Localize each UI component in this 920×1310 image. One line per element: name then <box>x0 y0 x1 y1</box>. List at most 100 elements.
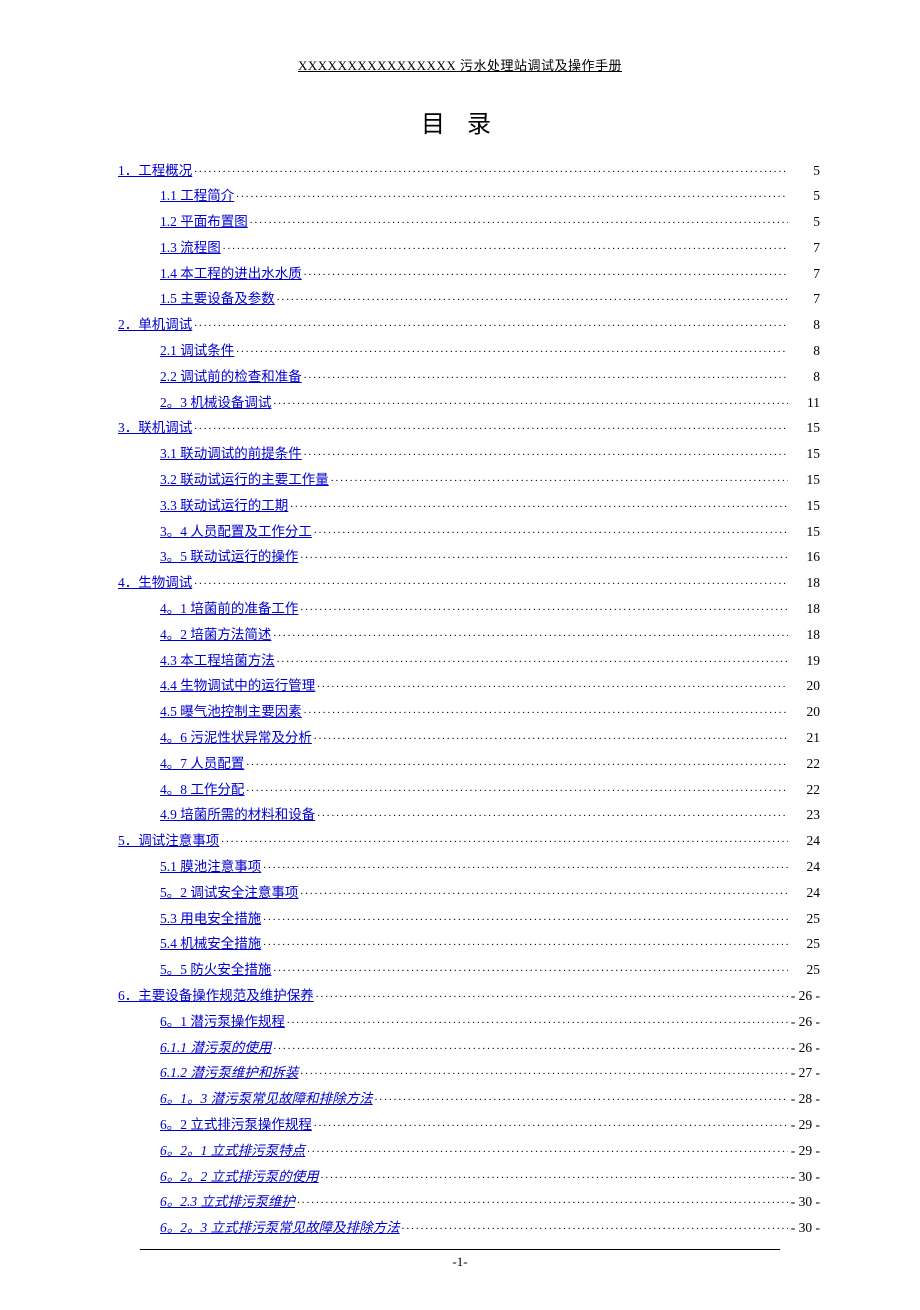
toc-link[interactable]: 5.1 膜池注意事项 <box>160 860 261 874</box>
toc-page-number: 7 <box>790 241 820 255</box>
toc-page-number: - 26 - <box>790 1015 820 1029</box>
toc-link[interactable]: 5.4 机械安全措施 <box>160 937 261 951</box>
toc-link[interactable]: 5。5 防火安全措施 <box>160 963 271 977</box>
toc-leader <box>314 729 788 743</box>
toc-leader <box>300 548 788 562</box>
toc-link[interactable]: 6。2。1 立式排污泵特点 <box>160 1144 305 1158</box>
toc-page-number: 7 <box>790 267 820 281</box>
toc-link[interactable]: 4。7 人员配置 <box>160 757 244 771</box>
toc-link[interactable]: 1.2 平面布置图 <box>160 215 248 229</box>
toc-link[interactable]: 1.4 本工程的进出水水质 <box>160 267 302 281</box>
toc-entry: 1.3 流程图 7 <box>100 238 820 254</box>
toc-page-number: 15 <box>790 421 820 435</box>
toc-link[interactable]: 3。5 联动试运行的操作 <box>160 550 298 564</box>
toc-link[interactable]: 1.1 工程简介 <box>160 189 234 203</box>
toc-link[interactable]: 3．联机调试 <box>118 421 192 435</box>
toc-leader <box>290 496 788 510</box>
toc-page-number: 18 <box>790 602 820 616</box>
toc-link[interactable]: 6．主要设备操作规范及维护保养 <box>118 989 314 1003</box>
toc-leader <box>194 161 788 175</box>
toc-link[interactable]: 6。2。2 立式排污泵的使用 <box>160 1170 319 1184</box>
toc-entry: 6.1.1 潜污泵的使用- 26 - <box>100 1038 820 1054</box>
toc-link[interactable]: 6。1 潜污泵操作规程 <box>160 1015 285 1029</box>
toc-link[interactable]: 6。1。3 潜污泵常见故障和排除方法 <box>160 1092 373 1106</box>
toc-link[interactable]: 3。4 人员配置及工作分工 <box>160 525 312 539</box>
toc-link[interactable]: 4．生物调试 <box>118 576 192 590</box>
toc-entry: 3.1 联动调试的前提条件15 <box>100 445 820 461</box>
toc-entry: 1.5 主要设备及参数7 <box>100 290 820 306</box>
toc-link[interactable]: 3.1 联动调试的前提条件 <box>160 447 302 461</box>
toc-link[interactable]: 1．工程概况 <box>118 164 192 178</box>
toc-page-number: - 28 - <box>790 1092 820 1106</box>
toc-leader <box>304 367 788 381</box>
toc-entry: 2.1 调试条件 8 <box>100 342 820 358</box>
toc-page-number: 25 <box>790 937 820 951</box>
toc-page-number: 25 <box>790 912 820 926</box>
toc-leader <box>331 471 788 485</box>
toc-entry: 5.4 机械安全措施 25 <box>100 935 820 951</box>
toc-leader <box>263 935 788 949</box>
toc-leader <box>263 909 788 923</box>
toc-link[interactable]: 6.1.2 潜污泵维护和拆装 <box>160 1066 298 1080</box>
toc-entry: 4.3 本工程培菌方法19 <box>100 651 820 667</box>
toc-link[interactable]: 4。2 培菌方法简述 <box>160 628 271 642</box>
toc-link[interactable]: 6。2.3 立式排污泵维护 <box>160 1195 295 1209</box>
toc-link[interactable]: 4.5 曝气池控制主要因素 <box>160 705 302 719</box>
toc-leader <box>307 1141 788 1155</box>
toc-entry: 5．调试注意事项24 <box>100 832 820 848</box>
toc-link[interactable]: 6.1.1 潜污泵的使用 <box>160 1041 271 1055</box>
toc-link[interactable]: 4。1 培菌前的准备工作 <box>160 602 298 616</box>
toc-leader <box>273 961 788 975</box>
toc-title: 目 录 <box>100 104 820 139</box>
toc-link[interactable]: 4.9 培菌所需的材料和设备 <box>160 808 315 822</box>
toc-link[interactable]: 3.2 联动试运行的主要工作量 <box>160 473 329 487</box>
toc-link[interactable]: 4.4 生物调试中的运行管理 <box>160 679 315 693</box>
toc-link[interactable]: 5。2 调试安全注意事项 <box>160 886 298 900</box>
footer-rule <box>140 1249 780 1250</box>
toc-entry: 4。8 工作分配 22 <box>100 780 820 796</box>
toc-leader <box>304 264 788 278</box>
toc-page-number: 8 <box>790 344 820 358</box>
toc-leader <box>277 651 788 665</box>
toc-leader <box>304 445 788 459</box>
toc-page-number: 16 <box>790 550 820 564</box>
toc-page-number: 24 <box>790 860 820 874</box>
toc-link[interactable]: 2.2 调试前的检查和准备 <box>160 370 302 384</box>
toc-leader <box>223 238 788 252</box>
toc-page-number: - 30 - <box>790 1195 820 1209</box>
toc-page-number: 8 <box>790 318 820 332</box>
toc-leader <box>194 419 788 433</box>
toc-link[interactable]: 3.3 联动试运行的工期 <box>160 499 288 513</box>
toc-link[interactable]: 4。6 污泥性状异常及分析 <box>160 731 312 745</box>
toc-link[interactable]: 5．调试注意事项 <box>118 834 219 848</box>
toc-entry: 4.9 培菌所需的材料和设备 23 <box>100 806 820 822</box>
toc-link[interactable]: 2.1 调试条件 <box>160 344 234 358</box>
toc-page-number: - 26 - <box>790 989 820 1003</box>
toc-link[interactable]: 1.5 主要设备及参数 <box>160 292 275 306</box>
toc-link[interactable]: 2。3 机械设备调试 <box>160 396 271 410</box>
toc-page-number: 22 <box>790 783 820 797</box>
toc-entry: 2。3 机械设备调试11 <box>100 393 820 409</box>
toc-entry: 6。2 立式排污泵操作规程- 29 - <box>100 1115 820 1131</box>
toc-entry: 2．单机调试 8 <box>100 316 820 332</box>
toc-link[interactable]: 4。8 工作分配 <box>160 783 244 797</box>
toc-leader <box>375 1090 788 1104</box>
toc-page-number: 21 <box>790 731 820 745</box>
toc-entry: 1.1 工程简介5 <box>100 187 820 203</box>
toc-page-number: 18 <box>790 628 820 642</box>
toc-link[interactable]: 4.3 本工程培菌方法 <box>160 654 275 668</box>
toc-leader <box>300 1064 788 1078</box>
toc-entry: 5.3 用电安全措施 25 <box>100 909 820 925</box>
toc-entry: 1．工程概况5 <box>100 161 820 177</box>
toc-link[interactable]: 2．单机调试 <box>118 318 192 332</box>
toc-link[interactable]: 1.3 流程图 <box>160 241 221 255</box>
toc-page-number: 23 <box>790 808 820 822</box>
toc-page-number: - 29 - <box>790 1144 820 1158</box>
toc-link[interactable]: 6。2。3 立式排污泵常见故障及排除方法 <box>160 1221 400 1235</box>
toc-page-number: 20 <box>790 705 820 719</box>
toc-link[interactable]: 6。2 立式排污泵操作规程 <box>160 1118 312 1132</box>
toc-entry: 3。5 联动试运行的操作 16 <box>100 548 820 564</box>
toc-link[interactable]: 5.3 用电安全措施 <box>160 912 261 926</box>
toc-page-number: - 30 - <box>790 1170 820 1184</box>
toc-page-number: 8 <box>790 370 820 384</box>
